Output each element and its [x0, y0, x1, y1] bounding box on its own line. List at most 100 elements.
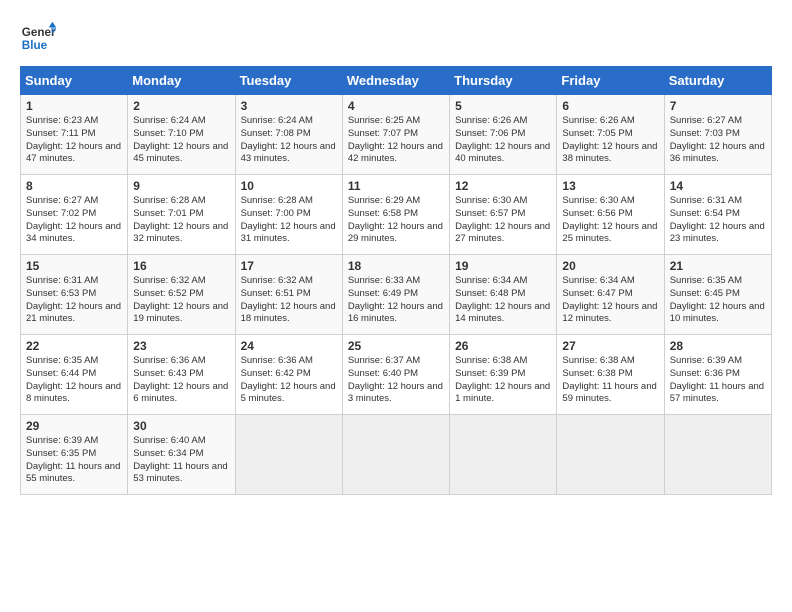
cell-info: Sunrise: 6:24 AMSunset: 7:08 PMDaylight:…	[241, 115, 336, 164]
day-number: 1	[26, 99, 122, 113]
day-number: 18	[348, 259, 444, 273]
cell-info: Sunrise: 6:34 AMSunset: 6:47 PMDaylight:…	[562, 275, 657, 324]
day-number: 2	[133, 99, 229, 113]
day-number: 29	[26, 419, 122, 433]
calendar-cell: 9 Sunrise: 6:28 AMSunset: 7:01 PMDayligh…	[128, 175, 235, 255]
calendar-cell: 20 Sunrise: 6:34 AMSunset: 6:47 PMDaylig…	[557, 255, 664, 335]
calendar-cell: 30 Sunrise: 6:40 AMSunset: 6:34 PMDaylig…	[128, 415, 235, 495]
cell-info: Sunrise: 6:27 AMSunset: 7:02 PMDaylight:…	[26, 195, 121, 244]
cell-info: Sunrise: 6:38 AMSunset: 6:38 PMDaylight:…	[562, 355, 656, 404]
calendar-cell: 3 Sunrise: 6:24 AMSunset: 7:08 PMDayligh…	[235, 95, 342, 175]
day-number: 25	[348, 339, 444, 353]
cell-info: Sunrise: 6:35 AMSunset: 6:44 PMDaylight:…	[26, 355, 121, 404]
cell-info: Sunrise: 6:30 AMSunset: 6:57 PMDaylight:…	[455, 195, 550, 244]
calendar-cell: 11 Sunrise: 6:29 AMSunset: 6:58 PMDaylig…	[342, 175, 449, 255]
cell-info: Sunrise: 6:39 AMSunset: 6:36 PMDaylight:…	[670, 355, 764, 404]
day-number: 9	[133, 179, 229, 193]
cell-info: Sunrise: 6:26 AMSunset: 7:05 PMDaylight:…	[562, 115, 657, 164]
day-number: 26	[455, 339, 551, 353]
day-number: 11	[348, 179, 444, 193]
calendar-cell: 13 Sunrise: 6:30 AMSunset: 6:56 PMDaylig…	[557, 175, 664, 255]
weekday-header-wednesday: Wednesday	[342, 67, 449, 95]
calendar-cell: 17 Sunrise: 6:32 AMSunset: 6:51 PMDaylig…	[235, 255, 342, 335]
cell-info: Sunrise: 6:31 AMSunset: 6:54 PMDaylight:…	[670, 195, 765, 244]
weekday-header-friday: Friday	[557, 67, 664, 95]
day-number: 30	[133, 419, 229, 433]
cell-info: Sunrise: 6:24 AMSunset: 7:10 PMDaylight:…	[133, 115, 228, 164]
calendar-cell: 18 Sunrise: 6:33 AMSunset: 6:49 PMDaylig…	[342, 255, 449, 335]
day-number: 5	[455, 99, 551, 113]
calendar-cell: 6 Sunrise: 6:26 AMSunset: 7:05 PMDayligh…	[557, 95, 664, 175]
calendar-week-5: 29 Sunrise: 6:39 AMSunset: 6:35 PMDaylig…	[21, 415, 772, 495]
calendar-cell	[557, 415, 664, 495]
day-number: 24	[241, 339, 337, 353]
cell-info: Sunrise: 6:34 AMSunset: 6:48 PMDaylight:…	[455, 275, 550, 324]
calendar-cell	[342, 415, 449, 495]
calendar-cell: 22 Sunrise: 6:35 AMSunset: 6:44 PMDaylig…	[21, 335, 128, 415]
calendar-cell: 4 Sunrise: 6:25 AMSunset: 7:07 PMDayligh…	[342, 95, 449, 175]
day-number: 15	[26, 259, 122, 273]
calendar-week-4: 22 Sunrise: 6:35 AMSunset: 6:44 PMDaylig…	[21, 335, 772, 415]
cell-info: Sunrise: 6:29 AMSunset: 6:58 PMDaylight:…	[348, 195, 443, 244]
cell-info: Sunrise: 6:32 AMSunset: 6:52 PMDaylight:…	[133, 275, 228, 324]
weekday-header-saturday: Saturday	[664, 67, 771, 95]
day-number: 12	[455, 179, 551, 193]
calendar-cell: 5 Sunrise: 6:26 AMSunset: 7:06 PMDayligh…	[450, 95, 557, 175]
page-header: General Blue	[20, 20, 772, 56]
calendar-table: SundayMondayTuesdayWednesdayThursdayFrid…	[20, 66, 772, 495]
calendar-cell	[450, 415, 557, 495]
svg-text:Blue: Blue	[22, 39, 48, 52]
cell-info: Sunrise: 6:33 AMSunset: 6:49 PMDaylight:…	[348, 275, 443, 324]
cell-info: Sunrise: 6:31 AMSunset: 6:53 PMDaylight:…	[26, 275, 121, 324]
cell-info: Sunrise: 6:37 AMSunset: 6:40 PMDaylight:…	[348, 355, 443, 404]
cell-info: Sunrise: 6:30 AMSunset: 6:56 PMDaylight:…	[562, 195, 657, 244]
calendar-cell: 10 Sunrise: 6:28 AMSunset: 7:00 PMDaylig…	[235, 175, 342, 255]
day-number: 14	[670, 179, 766, 193]
cell-info: Sunrise: 6:27 AMSunset: 7:03 PMDaylight:…	[670, 115, 765, 164]
cell-info: Sunrise: 6:28 AMSunset: 7:01 PMDaylight:…	[133, 195, 228, 244]
calendar-cell: 23 Sunrise: 6:36 AMSunset: 6:43 PMDaylig…	[128, 335, 235, 415]
logo-icon: General Blue	[20, 20, 56, 56]
day-number: 4	[348, 99, 444, 113]
day-number: 10	[241, 179, 337, 193]
day-number: 17	[241, 259, 337, 273]
calendar-cell: 26 Sunrise: 6:38 AMSunset: 6:39 PMDaylig…	[450, 335, 557, 415]
cell-info: Sunrise: 6:39 AMSunset: 6:35 PMDaylight:…	[26, 435, 120, 484]
calendar-cell: 25 Sunrise: 6:37 AMSunset: 6:40 PMDaylig…	[342, 335, 449, 415]
calendar-cell: 1 Sunrise: 6:23 AMSunset: 7:11 PMDayligh…	[21, 95, 128, 175]
weekday-header-thursday: Thursday	[450, 67, 557, 95]
logo: General Blue	[20, 20, 56, 56]
calendar-cell: 15 Sunrise: 6:31 AMSunset: 6:53 PMDaylig…	[21, 255, 128, 335]
calendar-cell: 21 Sunrise: 6:35 AMSunset: 6:45 PMDaylig…	[664, 255, 771, 335]
cell-info: Sunrise: 6:40 AMSunset: 6:34 PMDaylight:…	[133, 435, 227, 484]
cell-info: Sunrise: 6:25 AMSunset: 7:07 PMDaylight:…	[348, 115, 443, 164]
day-number: 8	[26, 179, 122, 193]
day-number: 16	[133, 259, 229, 273]
calendar-cell: 12 Sunrise: 6:30 AMSunset: 6:57 PMDaylig…	[450, 175, 557, 255]
day-number: 19	[455, 259, 551, 273]
cell-info: Sunrise: 6:23 AMSunset: 7:11 PMDaylight:…	[26, 115, 121, 164]
calendar-cell	[235, 415, 342, 495]
weekday-header-monday: Monday	[128, 67, 235, 95]
day-number: 3	[241, 99, 337, 113]
calendar-cell: 27 Sunrise: 6:38 AMSunset: 6:38 PMDaylig…	[557, 335, 664, 415]
cell-info: Sunrise: 6:32 AMSunset: 6:51 PMDaylight:…	[241, 275, 336, 324]
day-number: 6	[562, 99, 658, 113]
calendar-cell: 29 Sunrise: 6:39 AMSunset: 6:35 PMDaylig…	[21, 415, 128, 495]
day-number: 22	[26, 339, 122, 353]
calendar-cell	[664, 415, 771, 495]
calendar-week-2: 8 Sunrise: 6:27 AMSunset: 7:02 PMDayligh…	[21, 175, 772, 255]
calendar-cell: 28 Sunrise: 6:39 AMSunset: 6:36 PMDaylig…	[664, 335, 771, 415]
day-number: 28	[670, 339, 766, 353]
calendar-cell: 16 Sunrise: 6:32 AMSunset: 6:52 PMDaylig…	[128, 255, 235, 335]
calendar-week-1: 1 Sunrise: 6:23 AMSunset: 7:11 PMDayligh…	[21, 95, 772, 175]
day-number: 7	[670, 99, 766, 113]
day-number: 27	[562, 339, 658, 353]
cell-info: Sunrise: 6:28 AMSunset: 7:00 PMDaylight:…	[241, 195, 336, 244]
day-number: 13	[562, 179, 658, 193]
day-number: 20	[562, 259, 658, 273]
cell-info: Sunrise: 6:38 AMSunset: 6:39 PMDaylight:…	[455, 355, 550, 404]
cell-info: Sunrise: 6:26 AMSunset: 7:06 PMDaylight:…	[455, 115, 550, 164]
calendar-cell: 24 Sunrise: 6:36 AMSunset: 6:42 PMDaylig…	[235, 335, 342, 415]
cell-info: Sunrise: 6:35 AMSunset: 6:45 PMDaylight:…	[670, 275, 765, 324]
